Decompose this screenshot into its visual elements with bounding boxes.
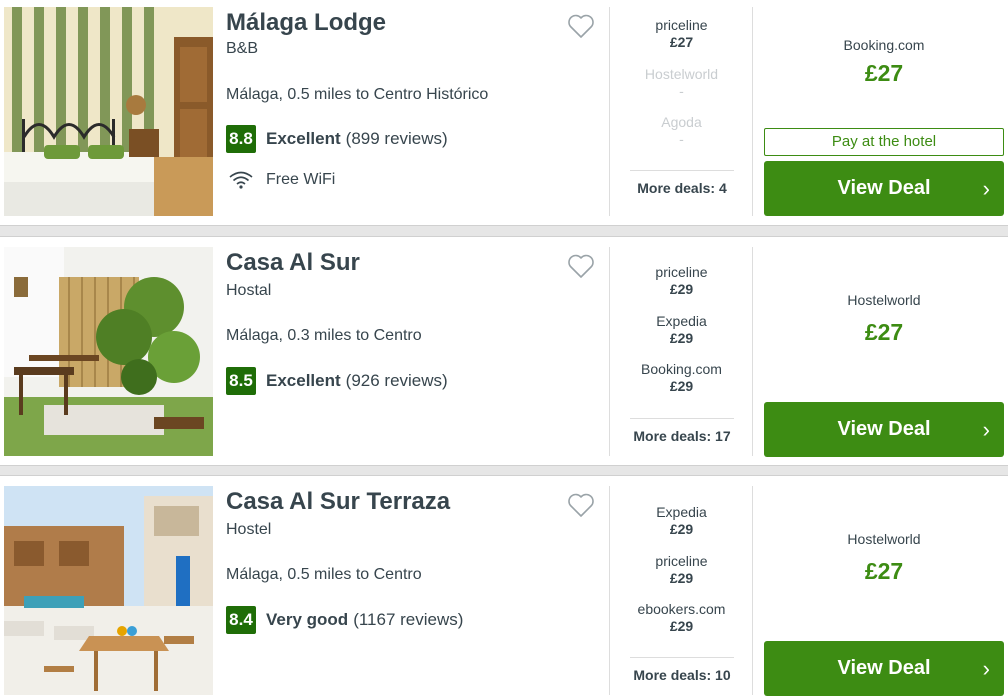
deal-provider: Expedia xyxy=(656,504,707,520)
view-deal-label: View Deal xyxy=(837,657,931,679)
view-deal-button[interactable]: View Deal › xyxy=(764,641,1004,696)
amenity-wifi: Free WiFi xyxy=(228,170,335,190)
hotel-card-malaga-lodge: Málaga Lodge B&B Málaga, 0.5 miles to Ce… xyxy=(0,0,1008,226)
rating-row[interactable]: 8.8 Excellent (899 reviews) xyxy=(226,125,448,153)
more-deals-link[interactable]: More deals: 4 xyxy=(630,170,734,196)
rating-row[interactable]: 8.5 Excellent (926 reviews) xyxy=(226,367,448,395)
more-deals-link[interactable]: More deals: 10 xyxy=(630,657,734,683)
hotel-location[interactable]: Málaga, 0.3 miles to Centro xyxy=(226,327,422,345)
best-deal-price[interactable]: £27 xyxy=(764,60,1004,87)
view-deal-label: View Deal xyxy=(837,177,931,199)
accommodation-type: Hostal xyxy=(226,282,272,299)
deals-column: Expedia £29 priceline £29 ebookers.com £… xyxy=(609,486,753,695)
deal-price: £29 xyxy=(669,618,694,634)
deal-priceline[interactable]: priceline £29 xyxy=(610,264,753,297)
deal-price: - xyxy=(679,83,684,99)
chevron-right-icon: › xyxy=(982,176,990,201)
deal-hostelworld[interactable]: Hostelworld - xyxy=(610,66,753,99)
deals-column: priceline £29 Expedia £29 Booking.com £2… xyxy=(609,247,753,456)
best-deal-price[interactable]: £27 xyxy=(764,558,1004,585)
deal-provider: ebookers.com xyxy=(637,601,726,617)
rating-score-badge: 8.4 xyxy=(226,606,256,634)
rating-label: Very good xyxy=(266,610,349,629)
deal-provider: priceline xyxy=(655,264,708,280)
heart-outline-icon[interactable] xyxy=(567,13,595,39)
hotel-name[interactable]: Málaga Lodge xyxy=(226,9,386,37)
deal-priceline[interactable]: priceline £27 xyxy=(610,17,753,50)
deal-price: £29 xyxy=(669,378,694,394)
deal-expedia[interactable]: Expedia £29 xyxy=(610,504,753,537)
best-deal-provider: Booking.com xyxy=(843,37,925,53)
amenity-label: Free WiFi xyxy=(266,171,336,188)
review-count: (1167 reviews) xyxy=(353,610,464,629)
hotel-location[interactable]: Málaga, 0.5 miles to Centro Histórico xyxy=(226,86,488,104)
patio-photo xyxy=(4,247,213,456)
deal-provider: Hostelworld xyxy=(644,66,719,82)
pay-at-hotel-badge: Pay at the hotel xyxy=(764,128,1004,156)
deal-provider: Booking.com xyxy=(641,361,722,377)
terrace-photo xyxy=(4,486,213,695)
accommodation-type: B&B xyxy=(226,40,259,57)
deal-price: £29 xyxy=(669,330,694,346)
rating-label: Excellent xyxy=(266,371,341,390)
hotel-location[interactable]: Málaga, 0.5 miles to Centro xyxy=(226,566,422,584)
deal-ebookers[interactable]: ebookers.com £29 xyxy=(610,601,753,634)
rating-score-badge: 8.5 xyxy=(226,367,256,395)
deal-agoda[interactable]: Agoda - xyxy=(610,114,753,147)
hotel-card-casa-al-sur-terraza: Casa Al Sur Terraza Hostel Málaga, 0.5 m… xyxy=(0,475,1008,697)
view-deal-button[interactable]: View Deal › xyxy=(764,402,1004,457)
deal-expedia[interactable]: Expedia £29 xyxy=(610,313,753,346)
chevron-right-icon: › xyxy=(982,656,990,681)
deal-provider: priceline xyxy=(655,553,708,569)
deal-booking[interactable]: Booking.com £29 xyxy=(610,361,753,394)
deal-price: £29 xyxy=(669,521,694,537)
view-deal-label: View Deal xyxy=(837,418,931,440)
deal-provider: Expedia xyxy=(656,313,707,329)
chevron-right-icon: › xyxy=(982,417,990,442)
heart-outline-icon[interactable] xyxy=(567,492,595,518)
rating-label: Excellent xyxy=(266,129,341,148)
review-count: (926 reviews) xyxy=(345,371,448,390)
best-deal-price[interactable]: £27 xyxy=(764,319,1004,346)
hotel-photo[interactable] xyxy=(4,247,213,456)
more-deals-link[interactable]: More deals: 17 xyxy=(630,418,734,444)
deal-priceline[interactable]: priceline £29 xyxy=(610,553,753,586)
hotel-name[interactable]: Casa Al Sur Terraza xyxy=(226,488,450,516)
best-deal-provider: Hostelworld xyxy=(847,292,921,308)
accommodation-type: Hostel xyxy=(226,521,272,538)
deal-price: - xyxy=(679,131,684,147)
view-deal-button[interactable]: View Deal › xyxy=(764,161,1004,216)
deal-provider: priceline xyxy=(655,17,708,33)
deal-price: £29 xyxy=(669,570,694,586)
rating-score-badge: 8.8 xyxy=(226,125,256,153)
deal-price: £27 xyxy=(669,34,694,50)
review-count: (899 reviews) xyxy=(345,129,448,148)
hotel-name[interactable]: Casa Al Sur xyxy=(226,249,360,277)
hotel-photo[interactable] xyxy=(4,7,213,216)
deal-price: £29 xyxy=(669,281,694,297)
deals-column: priceline £27 Hostelworld - Agoda - More… xyxy=(609,7,753,216)
hotel-card-casa-al-sur: Casa Al Sur Hostal Málaga, 0.3 miles to … xyxy=(0,236,1008,466)
rating-row[interactable]: 8.4 Very good (1167 reviews) xyxy=(226,606,463,634)
hotel-photo[interactable] xyxy=(4,486,213,695)
bedroom-photo xyxy=(4,7,213,216)
deal-provider: Agoda xyxy=(661,114,702,130)
heart-outline-icon[interactable] xyxy=(567,253,595,279)
wifi-icon xyxy=(229,171,253,189)
best-deal-provider: Hostelworld xyxy=(847,531,921,547)
